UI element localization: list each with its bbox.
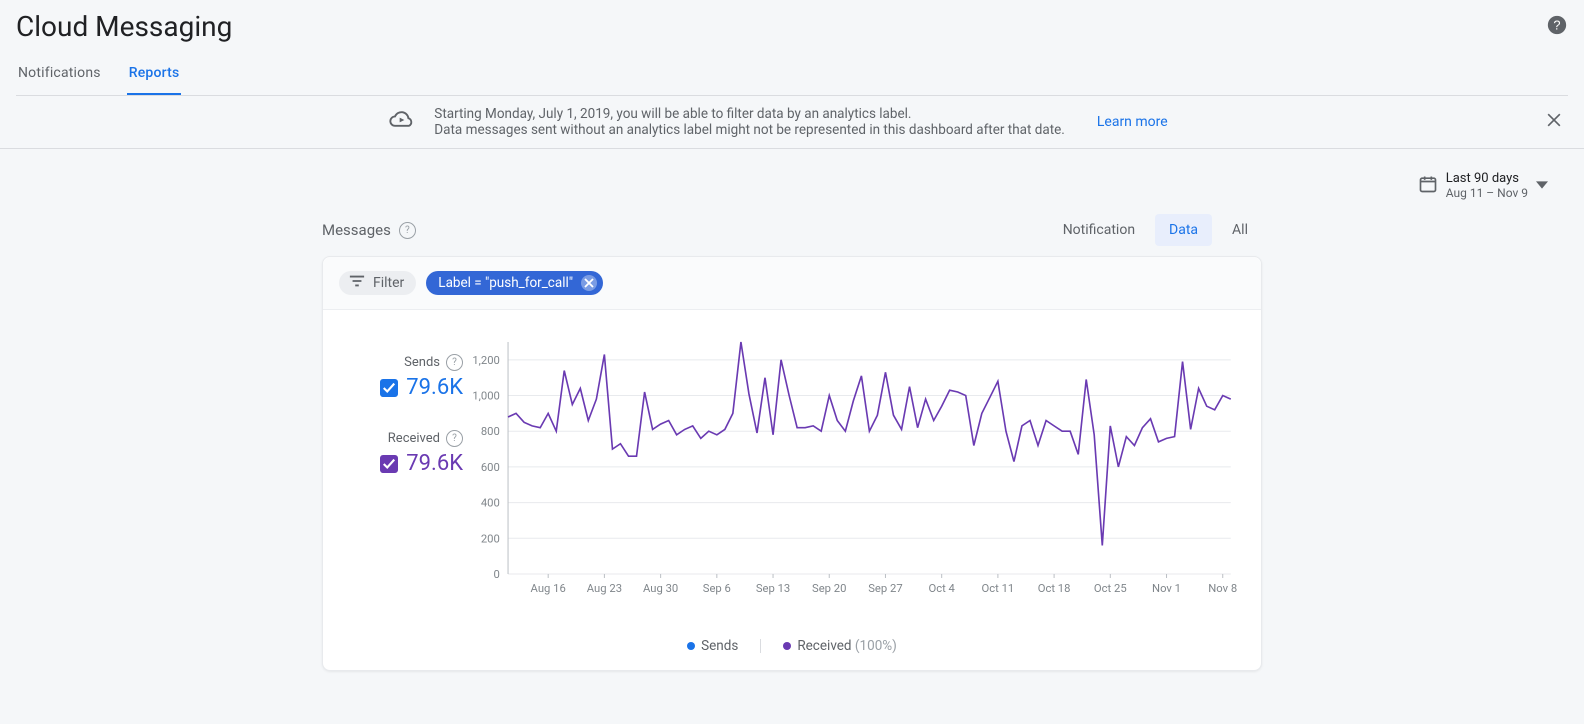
svg-text:Sep 20: Sep 20: [812, 582, 846, 595]
metric-received: Received ? 79.6K: [343, 430, 463, 476]
svg-text:Nov 1: Nov 1: [1152, 582, 1181, 595]
svg-text:1,200: 1,200: [472, 354, 500, 367]
svg-text:Sep 6: Sep 6: [703, 582, 731, 595]
tab-notification[interactable]: Notification: [1049, 214, 1149, 246]
cloud-send-icon: [388, 108, 416, 136]
active-filter-chip: Label = "push_for_call": [426, 271, 603, 295]
date-picker-label: Last 90 days: [1446, 171, 1528, 186]
svg-text:800: 800: [481, 425, 500, 438]
help-icon[interactable]: ?: [446, 354, 463, 371]
svg-text:Aug 23: Aug 23: [587, 582, 622, 595]
date-picker-range: Aug 11 – Nov 9: [1446, 186, 1528, 200]
filter-label: Filter: [373, 275, 404, 291]
chevron-down-icon: [1536, 176, 1548, 195]
help-icon[interactable]: ?: [1546, 14, 1568, 40]
metric-summary: Sends ? 79.6K Received ?: [343, 334, 463, 614]
svg-text:Oct 18: Oct 18: [1038, 582, 1071, 595]
active-filter-text: Label = "push_for_call": [438, 275, 573, 291]
help-icon[interactable]: ?: [446, 430, 463, 447]
svg-text:0: 0: [494, 568, 500, 581]
banner-line-1: Starting Monday, July 1, 2019, you will …: [434, 106, 1065, 122]
svg-text:?: ?: [1553, 17, 1560, 32]
tab-reports[interactable]: Reports: [127, 55, 182, 95]
remove-filter-icon[interactable]: [581, 275, 597, 291]
svg-text:Oct 11: Oct 11: [982, 582, 1015, 595]
close-icon[interactable]: [1540, 106, 1568, 138]
svg-text:Aug 30: Aug 30: [643, 582, 678, 595]
svg-text:Oct 25: Oct 25: [1094, 582, 1127, 595]
section-title-text: Messages: [322, 221, 391, 239]
legend-received[interactable]: Received (100%): [783, 638, 897, 654]
legend-received-label: Received: [797, 638, 851, 654]
metric-sends-value: 79.6K: [406, 375, 463, 400]
metric-received-label: Received: [388, 431, 440, 446]
chart-legend: Sends Received (100%): [323, 632, 1261, 670]
svg-text:Sep 27: Sep 27: [868, 582, 902, 595]
primary-tabs: Notifications Reports: [16, 55, 1568, 96]
legend-sends-label: Sends: [701, 638, 738, 654]
legend-received-pct: (100%): [855, 638, 897, 654]
legend-sends[interactable]: Sends: [687, 638, 738, 654]
learn-more-link[interactable]: Learn more: [1097, 114, 1168, 130]
message-type-tabs: Notification Data All: [1049, 214, 1262, 246]
svg-text:400: 400: [481, 497, 500, 510]
metric-received-value: 79.6K: [406, 451, 463, 476]
filter-button[interactable]: Filter: [339, 271, 416, 295]
date-range-picker[interactable]: Last 90 days Aug 11 – Nov 9: [1418, 171, 1548, 200]
svg-text:200: 200: [481, 532, 500, 545]
received-checkbox[interactable]: [380, 455, 398, 473]
filter-icon: [349, 275, 365, 291]
legend-divider: [760, 639, 761, 653]
info-banner: Starting Monday, July 1, 2019, you will …: [0, 96, 1584, 149]
page-title: Cloud Messaging: [16, 10, 232, 43]
banner-text: Starting Monday, July 1, 2019, you will …: [434, 106, 1065, 138]
metric-sends: Sends ? 79.6K: [343, 354, 463, 400]
messages-card: Filter Label = "push_for_call" Sends ?: [322, 256, 1262, 671]
sends-checkbox[interactable]: [380, 379, 398, 397]
calendar-icon: [1418, 174, 1438, 198]
banner-line-2: Data messages sent without an analytics …: [434, 122, 1065, 138]
tab-all[interactable]: All: [1218, 214, 1262, 246]
line-chart: 0 200 400 600 800 1,000 1,200 Aug 16 Aug 23 Aug 3…: [463, 334, 1241, 614]
section-title: Messages ?: [322, 221, 416, 239]
svg-text:600: 600: [481, 461, 500, 474]
svg-text:Aug 16: Aug 16: [531, 582, 566, 595]
tab-data[interactable]: Data: [1155, 214, 1212, 246]
help-icon[interactable]: ?: [399, 222, 416, 239]
filter-bar: Filter Label = "push_for_call": [323, 257, 1261, 310]
tab-notifications[interactable]: Notifications: [16, 55, 103, 95]
svg-text:Oct 4: Oct 4: [928, 582, 954, 595]
svg-text:Sep 13: Sep 13: [756, 582, 790, 595]
metric-sends-label: Sends: [404, 355, 440, 370]
svg-text:Nov 8: Nov 8: [1208, 582, 1237, 595]
svg-text:1,000: 1,000: [472, 390, 500, 403]
